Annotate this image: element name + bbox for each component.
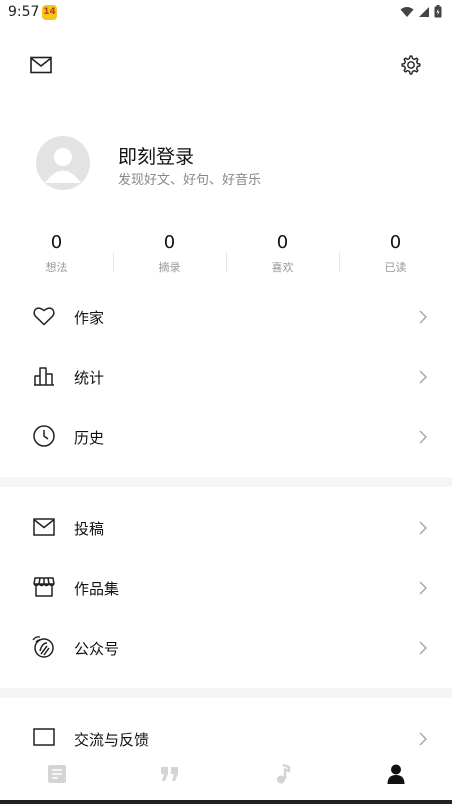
bar-chart-icon xyxy=(34,367,54,386)
menu-item-wechat[interactable]: 公众号 xyxy=(0,618,452,678)
gear-icon[interactable] xyxy=(398,52,424,78)
menu-label: 历史 xyxy=(74,429,105,447)
menu-label: 作家 xyxy=(74,309,105,327)
battery-icon xyxy=(434,5,442,18)
menu-label: 公众号 xyxy=(74,640,120,658)
store-icon xyxy=(33,577,55,597)
article-icon xyxy=(47,765,66,783)
bottom-nav xyxy=(0,750,452,798)
menu-label: 交流与反馈 xyxy=(74,731,150,749)
status-time: 9:57 xyxy=(8,4,40,20)
login-profile[interactable]: 即刻登录 发现好文、好句、好音乐 xyxy=(36,136,436,190)
stat-excerpts[interactable]: 0 摘录 xyxy=(113,232,226,276)
avatar[interactable] xyxy=(36,136,90,190)
clock-icon xyxy=(33,425,55,447)
stat-thoughts[interactable]: 0 想法 xyxy=(0,232,113,276)
menu-label: 统计 xyxy=(74,369,105,387)
music-note-icon xyxy=(276,764,290,784)
tab-articles[interactable] xyxy=(0,750,113,798)
chevron-right-icon xyxy=(419,370,428,384)
chevron-right-icon xyxy=(419,521,428,535)
stat-likes[interactable]: 0 喜欢 xyxy=(226,232,339,276)
system-nav-bar xyxy=(0,800,452,804)
heart-icon xyxy=(33,307,55,326)
status-bar: 9:57 14 xyxy=(0,0,452,26)
stat-value: 0 xyxy=(276,232,289,253)
wifi-icon xyxy=(400,6,414,17)
envelope-icon xyxy=(33,518,55,536)
quote-icon xyxy=(160,767,178,781)
mail-icon[interactable] xyxy=(28,52,54,78)
message-icon xyxy=(33,728,55,746)
tab-music[interactable] xyxy=(226,750,339,798)
menu-label: 作品集 xyxy=(74,580,120,598)
menu-item-history[interactable]: 历史 xyxy=(0,407,452,467)
stat-read[interactable]: 0 已读 xyxy=(339,232,452,276)
menu-item-portfolio[interactable]: 作品集 xyxy=(0,558,452,618)
section-divider xyxy=(0,688,452,698)
chevron-right-icon xyxy=(419,641,428,655)
stat-label: 摘录 xyxy=(158,261,181,274)
menu-item-statistics[interactable]: 统计 xyxy=(0,347,452,407)
tab-profile[interactable] xyxy=(339,750,452,798)
stat-label: 喜欢 xyxy=(271,261,294,274)
chevron-right-icon xyxy=(419,581,428,595)
section-divider xyxy=(0,477,452,487)
profile-subtitle: 发现好文、好句、好音乐 xyxy=(118,173,262,188)
tab-quotes[interactable] xyxy=(113,750,226,798)
notification-badge: 14 xyxy=(42,5,57,20)
menu-item-submit[interactable]: 投稿 xyxy=(0,498,452,558)
chevron-right-icon xyxy=(419,732,428,746)
stat-value: 0 xyxy=(163,232,176,253)
person-icon xyxy=(387,764,404,784)
menu-label: 投稿 xyxy=(74,520,105,538)
login-title[interactable]: 即刻登录 xyxy=(118,142,194,169)
status-icons xyxy=(400,5,442,18)
stats-bar: 0 想法 0 摘录 0 喜欢 0 已读 xyxy=(0,232,452,276)
wechat-icon xyxy=(32,636,54,658)
cell-signal-icon xyxy=(419,6,429,17)
chevron-right-icon xyxy=(419,310,428,324)
stat-label: 已读 xyxy=(384,261,407,274)
stat-value: 0 xyxy=(389,232,402,253)
stat-label: 想法 xyxy=(45,261,68,274)
chevron-right-icon xyxy=(419,430,428,444)
stat-value: 0 xyxy=(50,232,63,253)
menu-item-writers[interactable]: 作家 xyxy=(0,287,452,347)
